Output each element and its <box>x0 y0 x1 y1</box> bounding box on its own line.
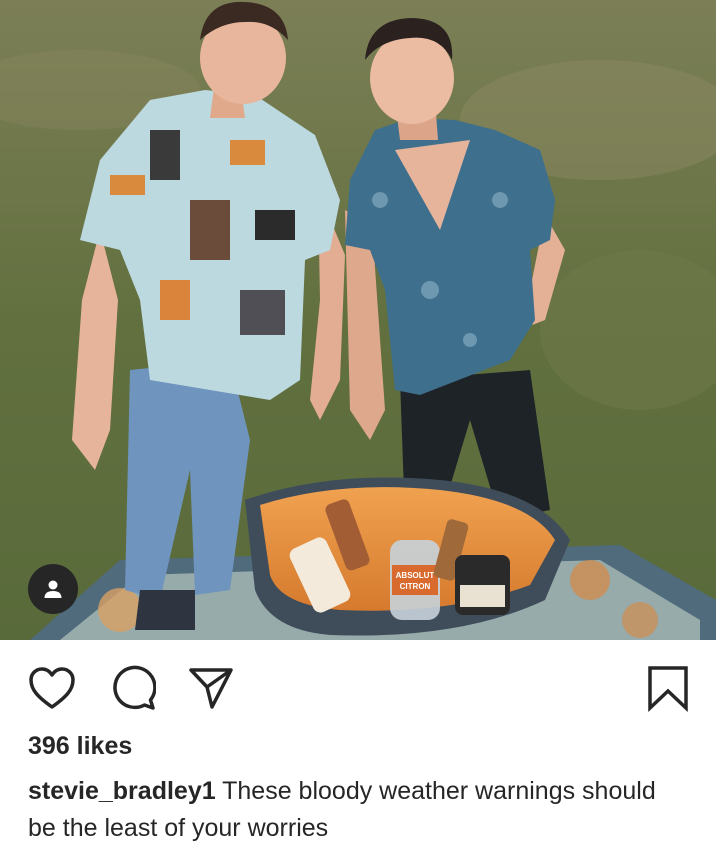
comment-icon <box>113 665 156 710</box>
bottle-label-text: ABSOLUT <box>396 571 435 580</box>
post-photo[interactable]: ABSOLUT CITRON <box>0 0 716 640</box>
like-button[interactable] <box>27 663 77 713</box>
heart-icon <box>29 667 75 709</box>
post-caption: stevie_bradley1 These bloody weather war… <box>28 773 688 847</box>
caption-username[interactable]: stevie_bradley1 <box>28 777 216 805</box>
post-photo-illustration: ABSOLUT CITRON <box>0 0 716 640</box>
user-tag-button[interactable] <box>28 564 78 614</box>
share-icon <box>189 668 233 709</box>
share-button[interactable] <box>186 663 236 713</box>
svg-text:CITRON: CITRON <box>400 582 431 591</box>
likes-count[interactable]: 396 likes <box>28 732 132 761</box>
comment-button[interactable] <box>108 663 158 713</box>
save-button[interactable] <box>643 663 693 713</box>
user-tag-icon <box>44 580 62 598</box>
bookmark-icon <box>648 666 688 712</box>
